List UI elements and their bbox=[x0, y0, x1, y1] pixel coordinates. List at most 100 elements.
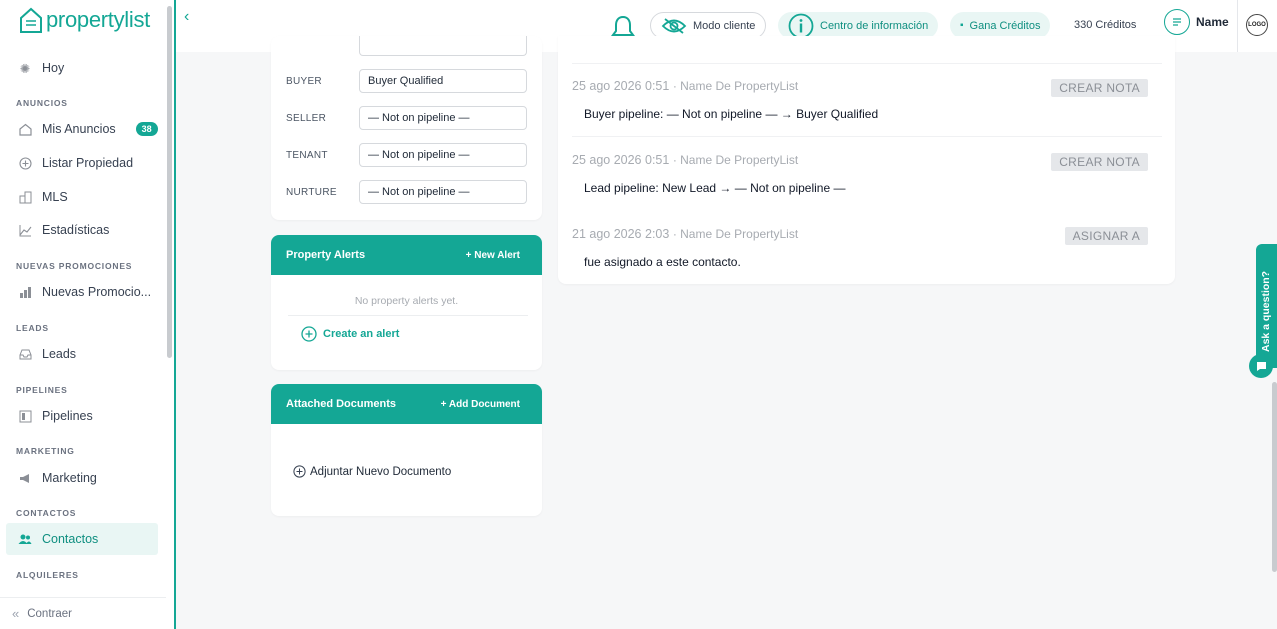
plus-circle-icon bbox=[18, 156, 32, 170]
new-alert-button[interactable]: + New Alert bbox=[466, 250, 520, 261]
pipeline-row-tenant: TENANT — Not on pipeline — bbox=[286, 143, 527, 167]
double-chevron-left-icon: « bbox=[12, 606, 20, 621]
sidebar-item-leads[interactable]: Leads bbox=[6, 338, 158, 370]
pipeline-row-buyer: BUYER Buyer Qualified bbox=[286, 69, 527, 93]
section-label-contactos: CONTACTOS bbox=[16, 508, 77, 518]
timeline-entry: 21 ago 2026 2:03 · Name De PropertyList … bbox=[572, 227, 1162, 269]
timeline-body: Lead pipeline: New Lead → — Not on pipel… bbox=[584, 181, 846, 195]
brand-name: propertylist bbox=[46, 7, 150, 32]
property-alerts-header: Property Alerts + New Alert bbox=[271, 235, 542, 275]
page-scrollbar[interactable] bbox=[1272, 52, 1277, 572]
attached-documents-header: Attached Documents + Add Document bbox=[271, 384, 542, 424]
create-alert-link[interactable]: Create an alert bbox=[301, 326, 399, 342]
modo-cliente-toggle[interactable]: Modo cliente bbox=[650, 12, 767, 39]
create-alert-label: Create an alert bbox=[323, 328, 400, 340]
sidebar-item-label: Pipelines bbox=[42, 409, 93, 423]
pipeline-label: BUYER bbox=[286, 75, 322, 87]
collapse-label: Contraer bbox=[27, 607, 72, 620]
section-label-pipelines: PIPELINES bbox=[16, 385, 68, 395]
avatar[interactable] bbox=[1164, 9, 1190, 35]
credits-count: 330 Créditos bbox=[1074, 19, 1137, 31]
pipeline-label: NURTURE bbox=[286, 186, 337, 198]
timeline-author: · Name De PropertyList bbox=[672, 153, 799, 167]
timeline-author: · Name De PropertyList bbox=[672, 79, 799, 93]
section-label-alquileres: ALQUILERES bbox=[16, 570, 79, 580]
board-icon bbox=[18, 409, 32, 423]
sidebar-item-nuevas-promociones[interactable]: Nuevas Promocio... bbox=[6, 276, 158, 308]
section-label-nuevas-promociones: NUEVAS PROMOCIONES bbox=[16, 261, 133, 271]
pipeline-label: SELLER bbox=[286, 112, 327, 124]
sidebar-item-mls[interactable]: MLS bbox=[6, 181, 158, 213]
pipeline-label: TENANT bbox=[286, 149, 328, 161]
timeline-date: 25 ago 2026 0:51 bbox=[572, 79, 670, 93]
timeline-author: · Name De PropertyList bbox=[672, 227, 799, 241]
collapse-button[interactable]: « Contraer bbox=[0, 597, 166, 629]
alerts-empty-text: No property alerts yet. bbox=[354, 295, 459, 307]
pipeline-row-seller: SELLER — Not on pipeline — bbox=[286, 106, 527, 130]
pipeline-select-tenant[interactable]: — Not on pipeline — bbox=[359, 143, 527, 167]
add-document-button[interactable]: + Add Document bbox=[441, 399, 520, 410]
timeline-entry: 25 ago 2026 0:51 · Name De PropertyList … bbox=[572, 153, 1162, 195]
chevron-left-icon[interactable]: ‹ bbox=[184, 8, 189, 26]
sidebar-item-mis-anuncios[interactable]: Mis Anuncios 38 bbox=[6, 113, 158, 145]
attached-documents-title: Attached Documents bbox=[286, 398, 397, 410]
centro-informacion-label: Centro de información bbox=[820, 19, 929, 32]
divider bbox=[572, 136, 1162, 137]
pipelines-card: BUYER Buyer Qualified SELLER — Not on pi… bbox=[271, 36, 542, 220]
sidebar-item-label: Contactos bbox=[42, 532, 99, 546]
sidebar-scrollbar[interactable] bbox=[167, 6, 172, 358]
sidebar-item-hoy[interactable]: ✺ Hoy bbox=[6, 52, 158, 84]
sidebar-item-estadisticas[interactable]: Estadísticas bbox=[6, 214, 158, 246]
property-alerts-title: Property Alerts bbox=[286, 249, 366, 261]
gana-creditos-button[interactable]: ▪ Gana Créditos bbox=[950, 12, 1051, 39]
sidebar-item-label: Estadísticas bbox=[42, 223, 110, 237]
sidebar: propertylist ✺ Hoy ANUNCIOS Mis Anuncios… bbox=[0, 0, 176, 629]
ask-question-label: Ask a question? bbox=[1260, 270, 1272, 352]
sidebar-item-pipelines[interactable]: Pipelines bbox=[6, 400, 158, 432]
users-icon bbox=[18, 532, 32, 546]
timeline-date: 25 ago 2026 0:51 bbox=[572, 153, 670, 167]
pipeline-row-nurture: NURTURE — Not on pipeline — bbox=[286, 180, 527, 204]
brand-logo[interactable]: propertylist bbox=[18, 6, 150, 34]
gana-creditos-label: Gana Créditos bbox=[969, 19, 1041, 32]
pipeline-select-nurture[interactable]: — Not on pipeline — bbox=[359, 180, 527, 204]
select-partial[interactable] bbox=[359, 36, 527, 56]
pipeline-select-buyer[interactable]: Buyer Qualified bbox=[359, 69, 527, 93]
activity-timeline-card: 25 ago 2026 0:51 · Name De PropertyList … bbox=[558, 36, 1175, 284]
modo-cliente-label: Modo cliente bbox=[693, 19, 756, 32]
attached-documents-card: Attached Documents + Add Document Adjunt… bbox=[271, 384, 542, 516]
sidebar-item-label: Nuevas Promocio... bbox=[42, 285, 152, 299]
timeline-date: 21 ago 2026 2:03 bbox=[572, 227, 670, 241]
timeline-entry: 25 ago 2026 0:51 · Name De PropertyList … bbox=[572, 79, 1162, 121]
timeline-tag: CREAR NOTA bbox=[1051, 79, 1148, 97]
buildings-icon bbox=[18, 190, 32, 204]
timeline-tag: CREAR NOTA bbox=[1051, 153, 1148, 171]
sidebar-item-label: MLS bbox=[42, 190, 68, 204]
scrollbar-thumb[interactable] bbox=[1272, 382, 1277, 572]
gift-icon: ▪ bbox=[960, 20, 964, 31]
attach-document-label: Adjuntar Nuevo Documento bbox=[310, 465, 452, 478]
sidebar-item-contactos[interactable]: Contactos bbox=[6, 523, 158, 555]
section-label-marketing: MARKETING bbox=[16, 446, 75, 456]
home-icon bbox=[18, 122, 32, 136]
section-label-leads: LEADS bbox=[16, 323, 49, 333]
centro-informacion-button[interactable]: Centro de información bbox=[778, 12, 939, 39]
sidebar-item-label: Marketing bbox=[42, 471, 97, 485]
chat-bubble-icon[interactable] bbox=[1249, 354, 1273, 378]
sidebar-item-marketing[interactable]: Marketing bbox=[6, 462, 158, 494]
sidebar-item-label: Leads bbox=[42, 347, 77, 361]
chat-lines-icon bbox=[1173, 18, 1181, 26]
sidebar-item-listar-propiedad[interactable]: Listar Propiedad bbox=[6, 147, 158, 179]
attach-document-link[interactable]: Adjuntar Nuevo Documento bbox=[293, 465, 451, 478]
header-divider bbox=[1237, 0, 1238, 52]
plus-circle-icon bbox=[293, 465, 306, 478]
agency-logo[interactable]: LOGO bbox=[1246, 14, 1268, 36]
user-name[interactable]: Name bbox=[1196, 15, 1229, 29]
divider bbox=[572, 63, 1162, 64]
pipeline-select-seller[interactable]: — Not on pipeline — bbox=[359, 106, 527, 130]
divider bbox=[288, 315, 528, 316]
plus-circle-icon bbox=[301, 326, 317, 342]
timeline-body: fue asignado a este contacto. bbox=[584, 255, 741, 269]
inbox-icon bbox=[18, 347, 32, 361]
count-badge: 38 bbox=[135, 122, 158, 136]
